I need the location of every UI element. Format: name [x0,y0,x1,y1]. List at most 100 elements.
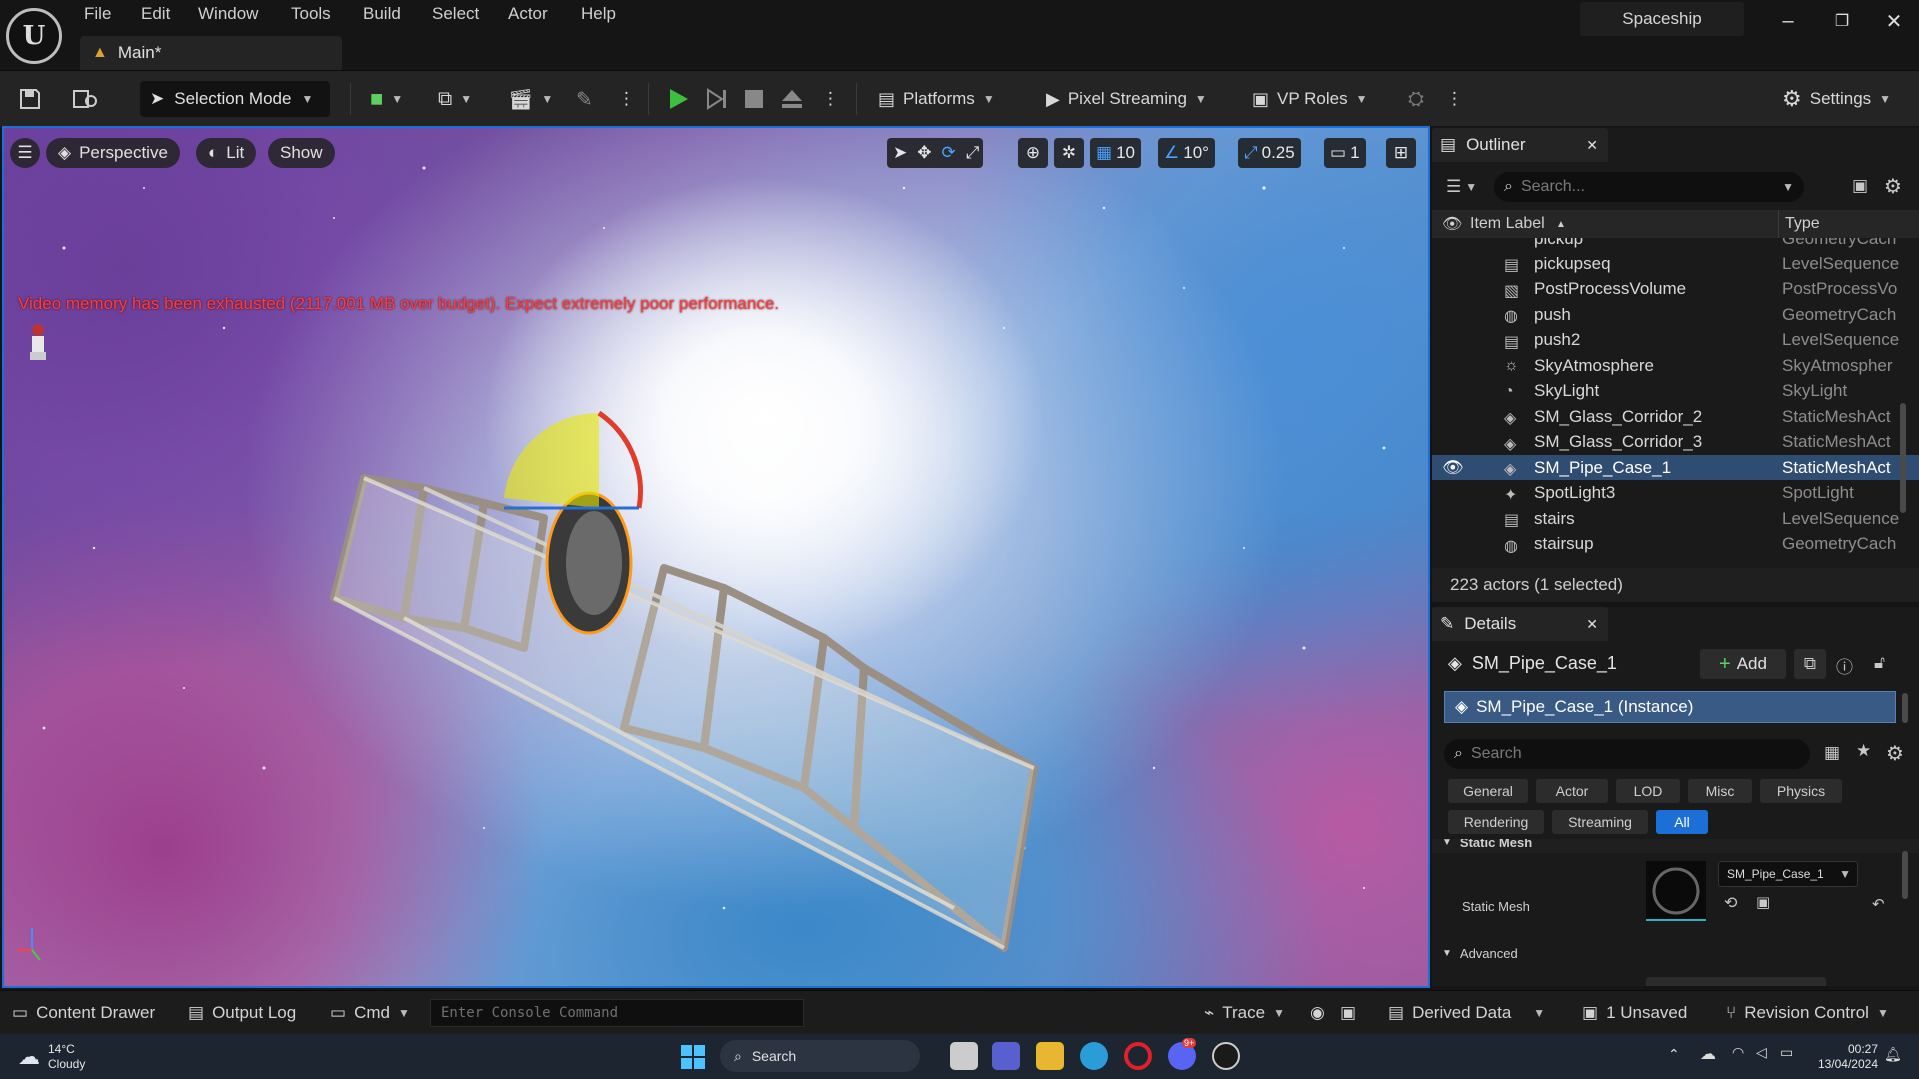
filter-general[interactable]: General [1448,779,1528,803]
menu-file[interactable]: File [84,4,111,28]
select-tool-icon[interactable]: ➤ [893,143,907,163]
menu-help[interactable]: Help [581,4,616,28]
menu-build[interactable]: Build [363,4,401,28]
outliner-row[interactable]: ◈ SM_Glass_Corridor_3 StaticMeshAct [1432,430,1919,455]
close-icon[interactable]: ✕ [1874,6,1914,36]
browse-asset-icon[interactable]: ▣ [1756,893,1770,911]
pixel-streaming-button[interactable]: ▶ Pixel Streaming ▼ [1046,79,1207,119]
unsaved-button[interactable]: ▣ 1 Unsaved [1582,999,1687,1027]
more-options-icon[interactable]: ⋮ [1446,79,1463,119]
selection-mode-dropdown[interactable]: ➤ Selection Mode ▼ [140,81,330,117]
col-type[interactable]: Type [1778,210,1820,238]
mesh-thumbnail[interactable] [1646,861,1706,921]
close-icon[interactable]: ✕ [1586,137,1598,154]
tab-details[interactable]: ✎ Details ✕ [1432,607,1608,641]
scale-snap-button[interactable]: ⤢ 0.25 [1238,138,1301,168]
outliner-row[interactable]: ▤ pickupseq LevelSequence [1432,251,1919,276]
trace-button[interactable]: ⌁ Trace ▼ [1204,999,1285,1027]
gear-icon[interactable]: ⚙ [1886,741,1904,766]
outliner-row[interactable]: ☼ SkyAtmosphere SkyAtmospher [1432,353,1919,378]
details-scrollbar[interactable] [1902,851,1908,899]
outliner-row[interactable]: ▤ push2 LevelSequence [1432,328,1919,353]
blueprint-icon[interactable]: ⧉ [1794,649,1826,679]
col-item-label[interactable]: Item Label [1470,215,1545,233]
new-folder-icon[interactable]: ▣ [1852,176,1868,196]
surface-snap-icon[interactable]: ✲ [1054,138,1084,168]
outliner-row[interactable]: ◍ push GeometryCach [1432,302,1919,327]
wifi-icon[interactable]: ◠ [1732,1044,1744,1061]
screenshot-icon[interactable]: ▣ [1340,999,1356,1027]
cinematics-button[interactable]: 🎬︎ ▼ [508,79,553,119]
multi-user-icon[interactable]: ⛭ [1408,79,1424,119]
more-options-icon[interactable]: ⋮ [618,79,635,119]
output-log-button[interactable]: ▤ Output Log [188,999,296,1027]
menu-select[interactable]: Select [432,4,479,28]
viewport-menu-icon[interactable]: ☰ [10,138,40,168]
details-search-input[interactable]: ⌕ Search [1444,739,1810,769]
volume-icon[interactable]: ◁ [1756,1044,1767,1061]
section-advanced[interactable]: ▼ Advanced [1432,941,1919,965]
discord-icon[interactable]: 9+ [1168,1038,1197,1070]
task-view-icon[interactable] [950,1042,978,1070]
component-scrollbar[interactable] [1902,693,1908,723]
minimize-icon[interactable]: – [1768,6,1808,36]
outliner-row[interactable]: ✦ SpotLight3 SpotLight [1432,481,1919,506]
move-tool-icon[interactable]: ✥ [917,143,931,163]
add-component-button[interactable]: + Add [1700,649,1786,679]
visibility-icon[interactable]: 👁︎ [1442,214,1462,234]
filter-lod[interactable]: LOD [1616,779,1680,803]
mesh-asset-picker[interactable]: SM_Pipe_Case_1 ▼ [1718,861,1858,887]
blueprint-button[interactable]: ⧉ ▼ [438,79,472,119]
onedrive-icon[interactable]: ☁ [1700,1044,1716,1064]
filter-physics[interactable]: Physics [1760,779,1842,803]
list-item[interactable]: pickup GeometryCach [1432,238,1919,251]
console-input[interactable]: Enter Console Command [430,999,804,1027]
battery-icon[interactable]: ▭ [1780,1044,1793,1061]
platforms-button[interactable]: ▤ Platforms ▼ [878,79,995,119]
outliner-search-input[interactable]: ⌕ Search... ▼ [1494,172,1804,202]
viewport-layout-icon[interactable]: ⊞ [1386,138,1416,168]
menu-window[interactable]: Window [198,4,258,28]
filter-rendering[interactable]: Rendering [1448,810,1544,834]
derived-data-button[interactable]: ▤ Derived Data ▼ [1388,999,1545,1027]
cmd-dropdown[interactable]: ▭ Cmd ▼ [330,999,410,1027]
edge-icon[interactable] [1080,1042,1108,1070]
unreal-engine-taskbar-icon[interactable] [1212,1042,1240,1070]
vp-roles-button[interactable]: ▣ VP Roles ▼ [1252,79,1367,119]
play-options-icon[interactable]: ⋮ [822,79,839,119]
teams-icon[interactable] [992,1042,1020,1070]
rotation-snap-button[interactable]: ∠ 10° [1158,138,1215,168]
outliner-row[interactable]: ▧ PostProcessVolume PostProcessVo [1432,277,1919,302]
tab-outliner[interactable]: ▤ Outliner ✕ [1432,128,1608,162]
outliner-row[interactable]: ◔ SkyLight SkyLight [1432,379,1919,404]
restore-icon[interactable]: ❐ [1822,6,1862,36]
save-icon[interactable] [18,79,42,119]
use-selected-icon[interactable]: ⟲ [1724,893,1737,913]
notification-bell-icon[interactable]: 🔔︎ [1884,1046,1902,1063]
world-space-icon[interactable]: ⊕ [1018,138,1048,168]
filter-misc[interactable]: Misc [1688,779,1752,803]
outliner-row[interactable]: ▤ stairs LevelSequence [1432,506,1919,531]
perspective-button[interactable]: ◈ Perspective [46,138,180,168]
unreal-logo-icon[interactable]: U [6,8,62,64]
modeling-tools-icon[interactable]: ✎ [576,79,593,119]
menu-tools[interactable]: Tools [291,4,331,28]
visibility-icon[interactable]: 👁︎ [1442,458,1464,478]
play-icon[interactable] [668,79,690,119]
add-actor-button[interactable]: ■ ▼ [370,79,403,119]
filter-all[interactable]: All [1656,810,1708,834]
outliner-row[interactable]: ◍ stairsup GeometryCach [1432,532,1919,557]
content-drawer-button[interactable]: ▭ Content Drawer [12,999,155,1027]
weather-widget[interactable]: ☁ 14°C Cloudy [18,1042,85,1072]
step-icon[interactable] [706,79,728,119]
file-explorer-icon[interactable] [1036,1042,1064,1070]
menu-actor[interactable]: Actor [508,4,548,28]
menu-edit[interactable]: Edit [141,4,170,28]
filter-streaming[interactable]: Streaming [1552,810,1648,834]
filter-actor[interactable]: Actor [1536,779,1608,803]
reset-icon[interactable]: ↶ [1872,895,1885,913]
close-icon[interactable]: ✕ [1586,616,1598,633]
chevron-up-icon[interactable]: ⌃ [1668,1046,1680,1063]
settings-button[interactable]: ⚙ Settings ▼ [1782,79,1891,119]
outliner-row[interactable]: ◈ SM_Glass_Corridor_2 StaticMeshAct [1432,404,1919,429]
